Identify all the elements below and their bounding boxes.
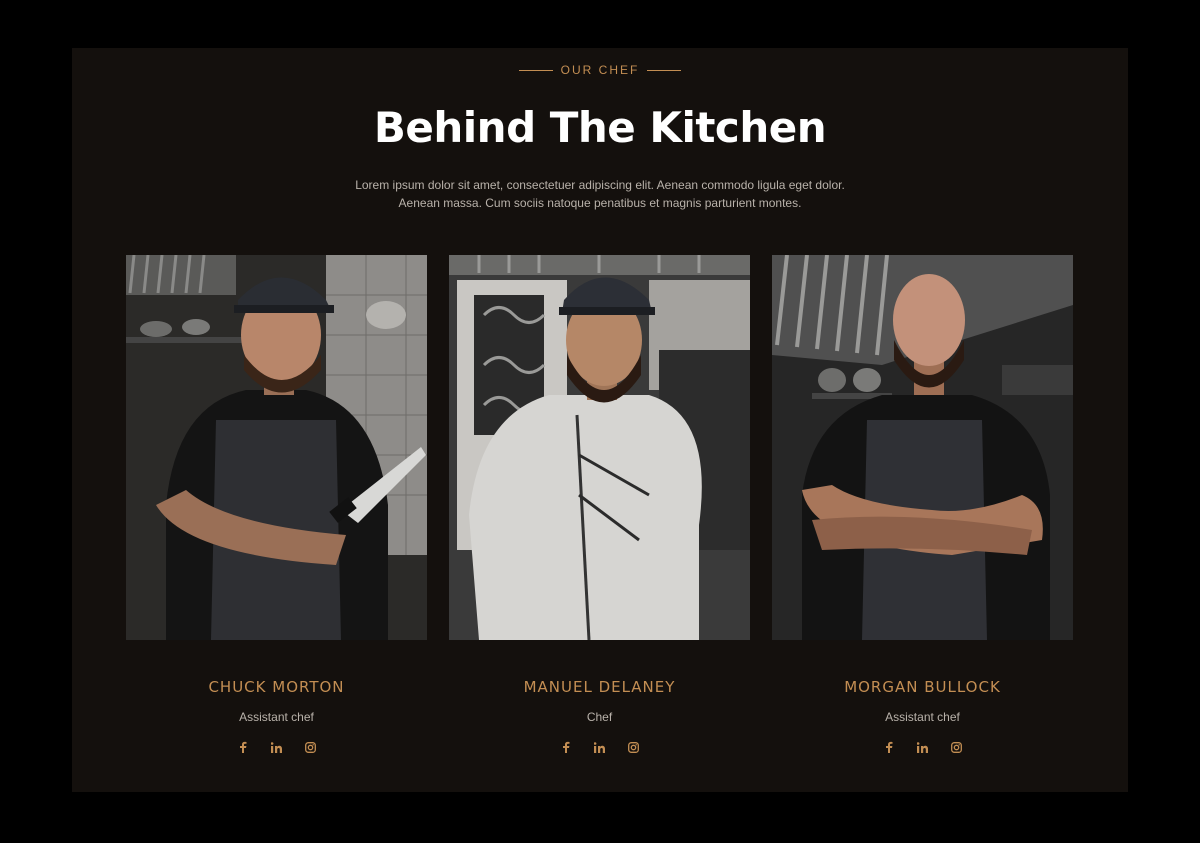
chef-name: MORGAN BULLOCK bbox=[844, 678, 1001, 696]
chef-card: MANUEL DELANEY Chef bbox=[449, 255, 750, 754]
instagram-icon[interactable] bbox=[950, 740, 964, 754]
social-links bbox=[449, 740, 750, 754]
section-description: Lorem ipsum dolor sit amet, consectetuer… bbox=[355, 178, 845, 210]
eyebrow-text: OUR CHEF bbox=[560, 63, 640, 77]
chef-section: OUR CHEF Behind The Kitchen Lorem ipsum … bbox=[72, 48, 1128, 792]
section-title: Behind The Kitchen bbox=[373, 103, 827, 152]
chef-photo bbox=[449, 255, 750, 640]
social-links bbox=[126, 740, 427, 754]
chef-card: CHUCK MORTON Assistant chef bbox=[126, 255, 427, 754]
chef-role: Chef bbox=[586, 710, 613, 724]
chef-role: Assistant chef bbox=[239, 710, 314, 724]
chef-name: MANUEL DELANEY bbox=[523, 678, 676, 696]
instagram-icon[interactable] bbox=[304, 740, 318, 754]
facebook-icon[interactable] bbox=[236, 740, 250, 754]
chef-arms-crossed-photo bbox=[772, 255, 1073, 640]
section-eyebrow: OUR CHEF bbox=[72, 63, 1128, 77]
social-links bbox=[772, 740, 1073, 754]
eyebrow-line-left bbox=[518, 69, 553, 71]
chef-cards: CHUCK MORTON Assistant chef MANUEL DELAN… bbox=[126, 255, 1073, 754]
chef-in-white-jacket-photo bbox=[449, 255, 750, 640]
chef-photo bbox=[126, 255, 427, 640]
chef-with-knife-photo bbox=[126, 255, 427, 640]
eyebrow-line-right bbox=[647, 69, 682, 71]
chef-name: CHUCK MORTON bbox=[208, 678, 345, 696]
instagram-icon[interactable] bbox=[627, 740, 641, 754]
chef-role: Assistant chef bbox=[885, 710, 960, 724]
linkedin-icon[interactable] bbox=[916, 740, 930, 754]
chef-card: MORGAN BULLOCK Assistant chef bbox=[772, 255, 1073, 754]
linkedin-icon[interactable] bbox=[593, 740, 607, 754]
chef-photo bbox=[772, 255, 1073, 640]
facebook-icon[interactable] bbox=[882, 740, 896, 754]
linkedin-icon[interactable] bbox=[270, 740, 284, 754]
facebook-icon[interactable] bbox=[559, 740, 573, 754]
